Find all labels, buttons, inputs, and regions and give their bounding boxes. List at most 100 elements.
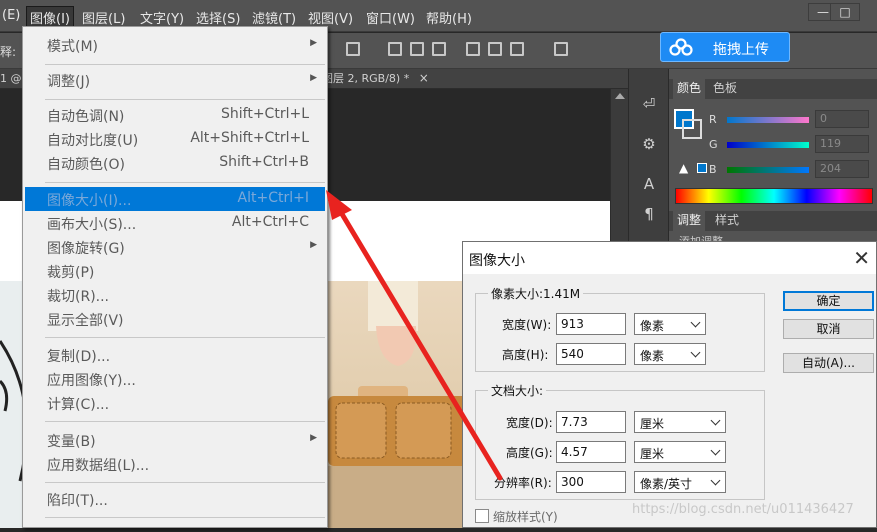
menu-item-auto-color[interactable]: 自动颜色(O) Shift+Ctrl+B [25,151,325,175]
cancel-button[interactable]: 取消 [783,319,874,339]
red-label: R [709,113,717,126]
resolution-input[interactable]: 300 [556,471,626,493]
tab-color[interactable]: 颜色 [673,79,706,99]
menu-help[interactable]: 帮助(H) [426,8,472,27]
paragraph-icon[interactable]: ¶ [639,205,659,223]
green-track[interactable] [727,142,809,148]
menu-item-crop[interactable]: 裁剪(P) [25,259,325,283]
menu-item-apply-image[interactable]: 应用图像(Y)... [25,367,325,391]
menu-separator [45,337,325,338]
menu-item-trap[interactable]: 陷印(T)... [25,487,325,511]
warning-icon[interactable]: ▲ [679,161,688,175]
tab-styles[interactable]: 样式 [711,211,743,231]
document-size-group: 文档大小: 宽度(D): 7.73 厘米 高度(G): 4.57 厘米 分辨率(… [475,382,766,500]
properties-icon[interactable]: ⚙ [639,135,659,153]
upload-label: 拖拽上传 [713,42,769,58]
distribute-icon[interactable] [554,42,568,56]
upload-button[interactable]: 拖拽上传 [660,32,790,62]
menu-item-duplicate[interactable]: 复制(D)... [25,343,325,367]
menu-item-variables[interactable]: 变量(B) ▶ [25,428,325,452]
menu-item-auto-contrast[interactable]: 自动对比度(U) Alt+Shift+Ctrl+L [25,127,325,151]
character-icon[interactable]: A [639,175,659,193]
doc-width-input[interactable]: 7.73 [556,411,626,433]
menu-layer[interactable]: 图层(L) [82,8,125,27]
pixel-dimensions-label: 像素大小:1.41M [488,285,584,302]
color-spectrum[interactable] [675,188,873,204]
menu-item-reveal-all[interactable]: 显示全部(V) [25,307,325,331]
menu-item-auto-tone[interactable]: 自动色调(N) Shift+Ctrl+L [25,103,325,127]
maximize-button[interactable]: □ [830,3,860,21]
submenu-arrow-icon: ▶ [310,73,317,83]
auto-button[interactable]: 自动(A)... [783,353,874,373]
menu-select[interactable]: 选择(S) [196,8,240,27]
tab-swatches[interactable]: 色板 [709,79,741,99]
dialog-titlebar[interactable]: 图像大小 ✕ [463,242,876,274]
scroll-up-icon[interactable] [615,93,625,99]
align-right-icon[interactable] [510,42,524,56]
menu-edit[interactable]: (E) [2,8,20,23]
doc-width-row: 宽度(D): 7.73 厘米 [476,411,766,433]
blue-label: B [709,163,717,176]
chevron-down-icon [710,445,721,456]
pixel-width-row: 宽度(W): 913 像素 [476,313,766,335]
menu-item-mode[interactable]: 模式(M) ▶ [25,33,325,57]
menu-separator [45,517,325,518]
resolution-label: 分辨率(R): [494,476,552,490]
chevron-down-icon [690,347,701,358]
menu-item-image-size[interactable]: 图像大小(I)... Alt+Ctrl+I [25,187,325,211]
red-slider[interactable]: R 0 [709,110,869,128]
close-icon[interactable]: ✕ [853,246,870,270]
chevron-down-icon [710,475,721,486]
doc-width-unit-select[interactable]: 厘米 [634,411,726,433]
doc-height-unit-select[interactable]: 厘米 [634,441,726,463]
scale-styles-checkbox[interactable] [475,509,489,523]
menu-view[interactable]: 视图(V) [308,8,353,27]
align-bottom-icon[interactable] [432,42,446,56]
menu-item-trim[interactable]: 裁切(R)... [25,283,325,307]
websafe-swatch[interactable] [697,163,707,173]
blue-track[interactable] [727,167,809,173]
align-left-icon[interactable] [466,42,480,56]
red-track[interactable] [727,117,809,123]
options-label: 释: [0,45,17,59]
ok-button[interactable]: 确定 [783,291,874,311]
cloud-upload-icon [669,38,693,56]
doc-height-input[interactable]: 4.57 [556,441,626,463]
pixel-dimensions-group: 像素大小:1.41M 宽度(W): 913 像素 高度(H): 540 像素 [475,285,766,372]
resolution-unit-select[interactable]: 像素/英寸 [634,471,726,493]
menu-item-image-rotation[interactable]: 图像旋转(G) ▶ [25,235,325,259]
pixel-height-input[interactable]: 540 [556,343,626,365]
close-icon[interactable]: × [419,71,429,85]
tab-adjustments[interactable]: 调整 [673,211,706,231]
align-middle-icon[interactable] [410,42,424,56]
menu-item-calculations[interactable]: 计算(C)... [25,391,325,415]
blue-slider[interactable]: B 204 [709,160,869,178]
green-slider[interactable]: G 119 [709,135,869,153]
document-tab-title: 图层 2, RGB/8) * [322,72,410,85]
pixel-height-unit-select[interactable]: 像素 [634,343,706,365]
pixel-width-label: 宽度(W): [502,318,552,332]
menu-separator [45,99,325,100]
pixel-width-unit-select[interactable]: 像素 [634,313,706,335]
menu-filter[interactable]: 滤镜(T) [252,8,296,27]
menu-type[interactable]: 文字(Y) [140,8,184,27]
background-color-swatch[interactable] [682,119,702,139]
history-icon[interactable]: ⏎ [639,95,659,113]
align-icon[interactable] [346,42,360,56]
document-size-label: 文档大小: [488,382,547,399]
document-tab-left[interactable]: 1 @ [0,69,22,88]
pixel-width-input[interactable]: 913 [556,313,626,335]
menu-item-canvas-size[interactable]: 画布大小(S)... Alt+Ctrl+C [25,211,325,235]
menu-item-adjustments[interactable]: 调整(J) ▶ [25,68,325,92]
document-tab[interactable]: 图层 2, RGB/8) * × [322,69,429,89]
blue-value-field[interactable]: 204 [815,160,869,178]
align-center-icon[interactable] [488,42,502,56]
menu-window[interactable]: 窗口(W) [366,8,415,27]
red-value-field[interactable]: 0 [815,110,869,128]
green-value-field[interactable]: 119 [815,135,869,153]
menu-item-apply-data-set[interactable]: 应用数据组(L)... [25,452,325,476]
submenu-arrow-icon: ▶ [310,38,317,48]
adjustments-panel: 调整 样式 添加调整 [668,211,877,248]
submenu-arrow-icon: ▶ [310,433,317,443]
align-top-icon[interactable] [388,42,402,56]
